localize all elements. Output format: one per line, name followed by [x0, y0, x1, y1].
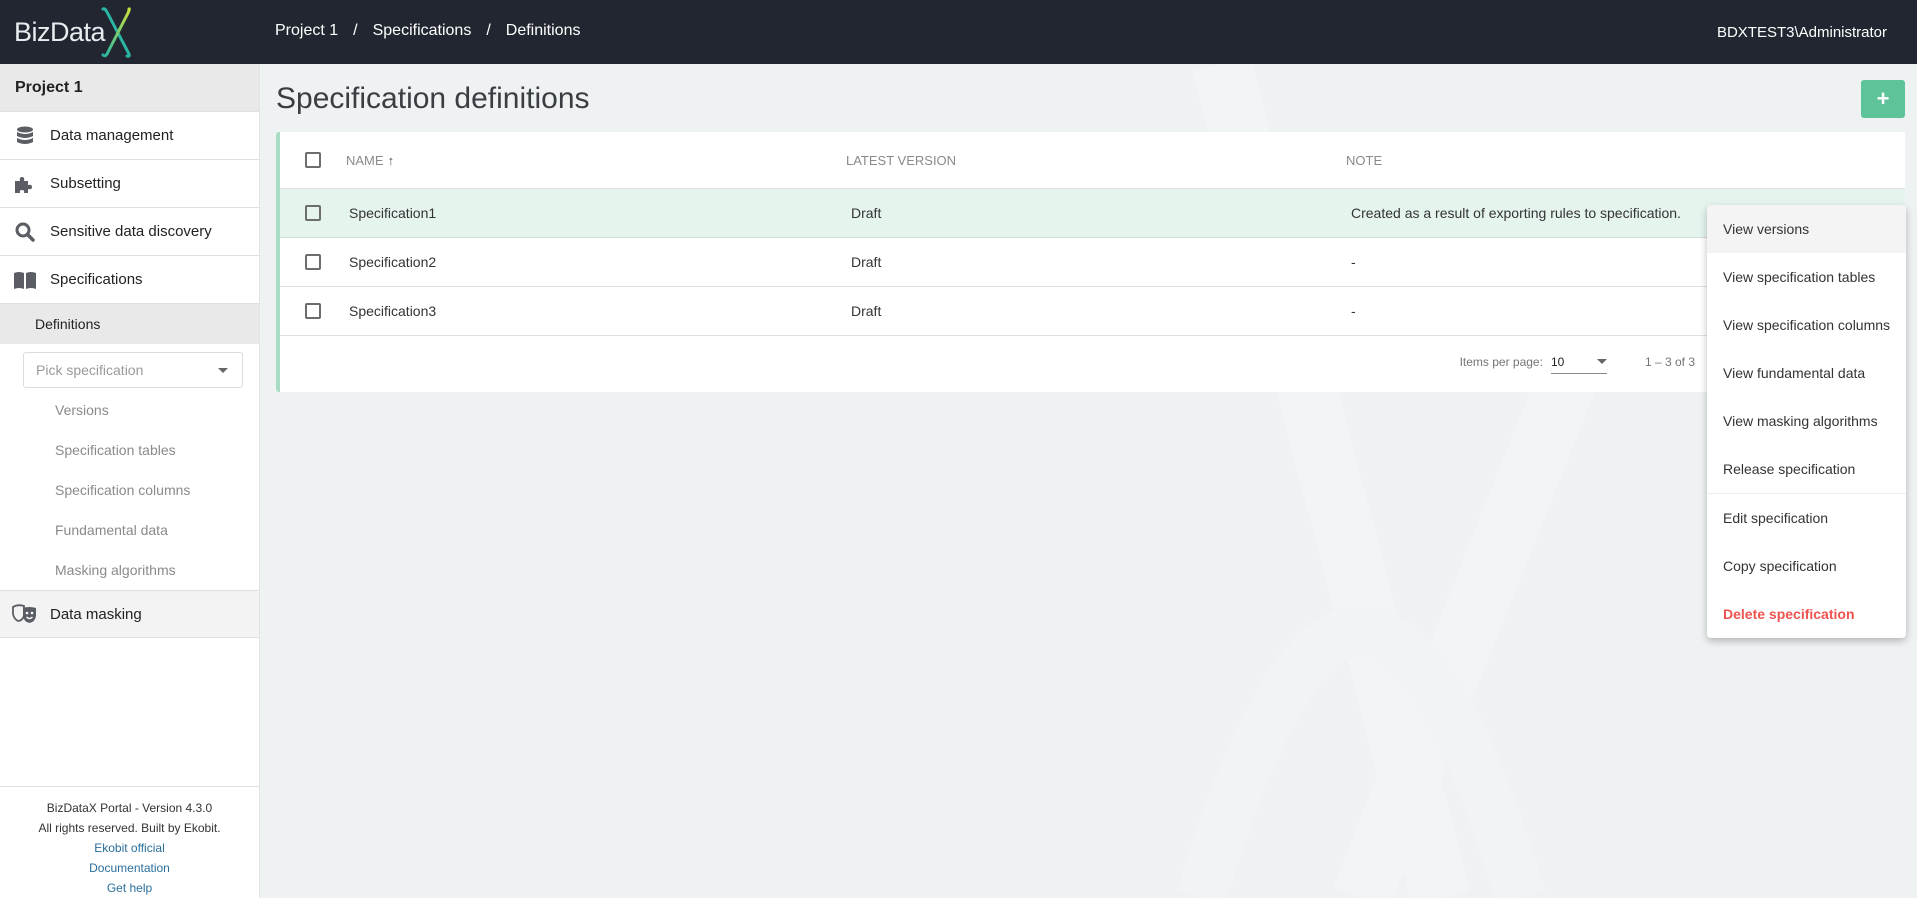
sidebar-item-label: Data masking: [50, 605, 142, 623]
breadcrumb-separator: /: [486, 22, 491, 39]
page-title: Specification definitions: [276, 82, 590, 115]
get-help-link[interactable]: Get help: [0, 878, 259, 898]
row-checkbox[interactable]: [305, 303, 321, 319]
menu-item-view-specification-tables[interactable]: View specification tables: [1707, 253, 1906, 301]
sidebar-item-specifications[interactable]: Specifications: [0, 256, 259, 304]
sidebar-subitem-specification-tables[interactable]: Specification tables: [0, 430, 259, 470]
specifications-table: NAME ↑ LATEST VERSION NOTE Specification1…: [276, 132, 1905, 392]
puzzle-icon: [0, 175, 50, 193]
sidebar-item-label: Specifications: [50, 271, 143, 288]
bizdatax-logo[interactable]: BizData: [14, 6, 133, 58]
breadcrumb-definitions: Definitions: [505, 22, 581, 39]
column-header-latest-version: LATEST VERSION: [846, 152, 957, 168]
specification-subnav: Versions Specification tables Specificat…: [0, 388, 259, 590]
pick-specification-placeholder: Pick specification: [36, 362, 144, 378]
sidebar-item-label: Subsetting: [50, 175, 121, 192]
user-name[interactable]: BDXTEST3\Administrator: [1717, 24, 1887, 41]
menu-item-delete-specification[interactable]: Delete specification: [1707, 590, 1906, 638]
row-context-menu: View versions View specification tables …: [1707, 205, 1906, 638]
table-row[interactable]: Specification3 Draft -: [280, 287, 1905, 336]
column-header-note: NOTE: [1346, 152, 1383, 168]
breadcrumb-separator: /: [353, 22, 358, 39]
sidebar-item-subsetting[interactable]: Subsetting: [0, 160, 259, 208]
row-checkbox[interactable]: [305, 205, 321, 221]
sidebar-item-data-management[interactable]: Data management: [0, 112, 259, 160]
cell-name: Specification2: [349, 254, 437, 270]
sidebar: Project 1 Data management Subsetting Sen…: [0, 64, 260, 898]
column-header-label: NAME: [346, 152, 384, 168]
theater-masks-icon: [0, 604, 50, 624]
sidebar-item-sensitive-data-discovery[interactable]: Sensitive data discovery: [0, 208, 259, 256]
table-header: NAME ↑ LATEST VERSION NOTE: [280, 132, 1905, 189]
table-row[interactable]: Specification1 Draft Created as a result…: [280, 189, 1905, 238]
sidebar-footer: BizDataX Portal - Version 4.3.0 All righ…: [0, 786, 259, 898]
items-per-page-value: 10: [1550, 354, 1565, 369]
breadcrumb-project[interactable]: Project 1: [275, 22, 338, 40]
logo-text: BizData: [14, 16, 106, 47]
sidebar-item-label: Data management: [50, 127, 174, 144]
column-header-name[interactable]: NAME ↑: [346, 153, 846, 168]
copyright-text: All rights reserved. Built by Ekobit.: [38, 821, 221, 835]
sidebar-subitem-versions[interactable]: Versions: [0, 390, 259, 430]
documentation-link[interactable]: Documentation: [0, 858, 259, 878]
chevron-down-icon: [218, 367, 228, 373]
sidebar-subitem-definitions[interactable]: Definitions: [0, 304, 259, 344]
pick-specification-select[interactable]: Pick specification: [23, 352, 243, 388]
select-all-checkbox[interactable]: [305, 152, 321, 168]
menu-item-release-specification[interactable]: Release specification: [1707, 445, 1906, 493]
menu-item-view-specification-columns[interactable]: View specification columns: [1707, 301, 1906, 349]
cell-name: Specification3: [349, 303, 437, 319]
page-range: 1 – 3 of 3: [1644, 355, 1695, 369]
cell-version: Draft: [851, 303, 882, 319]
chevron-down-icon: [1596, 359, 1607, 364]
menu-item-view-masking-algorithms[interactable]: View masking algorithms: [1707, 397, 1906, 445]
sidebar-subitem-masking-algorithms[interactable]: Masking algorithms: [0, 550, 259, 590]
sidebar-subitem-specification-columns[interactable]: Specification columns: [0, 470, 259, 510]
menu-item-edit-specification[interactable]: Edit specification: [1707, 494, 1906, 542]
breadcrumb-specifications[interactable]: Specifications: [373, 22, 472, 40]
book-icon: [0, 271, 50, 289]
search-icon: [0, 222, 50, 242]
menu-item-view-versions[interactable]: View versions: [1707, 205, 1906, 253]
portal-version: BizDataX Portal - Version 4.3.0: [46, 801, 213, 815]
sort-ascending-icon: ↑: [387, 152, 395, 168]
table-row[interactable]: Specification2 Draft -: [280, 238, 1905, 287]
top-bar: BizData Project 1 / Specifications / Def…: [0, 0, 1917, 64]
plus-icon: +: [1876, 86, 1890, 111]
main-content: Specification definitions + NAME ↑ LATEST…: [261, 64, 1917, 898]
row-checkbox[interactable]: [305, 254, 321, 270]
cell-version: Draft: [851, 254, 882, 270]
breadcrumb: Project 1 / Specifications / Definitions: [275, 22, 580, 40]
sidebar-item-label: Sensitive data discovery: [50, 223, 212, 240]
ekobit-official-link[interactable]: Ekobit official: [0, 838, 259, 858]
cell-name: Specification1: [349, 205, 437, 221]
sidebar-project-title[interactable]: Project 1: [0, 64, 259, 112]
sidebar-subitem-fundamental-data[interactable]: Fundamental data: [0, 510, 259, 550]
logo-x-icon: [101, 7, 131, 58]
items-per-page-select[interactable]: 10: [1550, 354, 1607, 374]
add-specification-button[interactable]: +: [1861, 80, 1905, 118]
menu-item-copy-specification[interactable]: Copy specification: [1707, 542, 1906, 590]
cell-version: Draft: [851, 205, 882, 221]
items-per-page-label: Items per page:: [1459, 355, 1543, 369]
menu-item-view-fundamental-data[interactable]: View fundamental data: [1707, 349, 1906, 397]
database-icon: [0, 126, 50, 146]
sidebar-item-data-masking[interactable]: Data masking: [0, 590, 259, 638]
